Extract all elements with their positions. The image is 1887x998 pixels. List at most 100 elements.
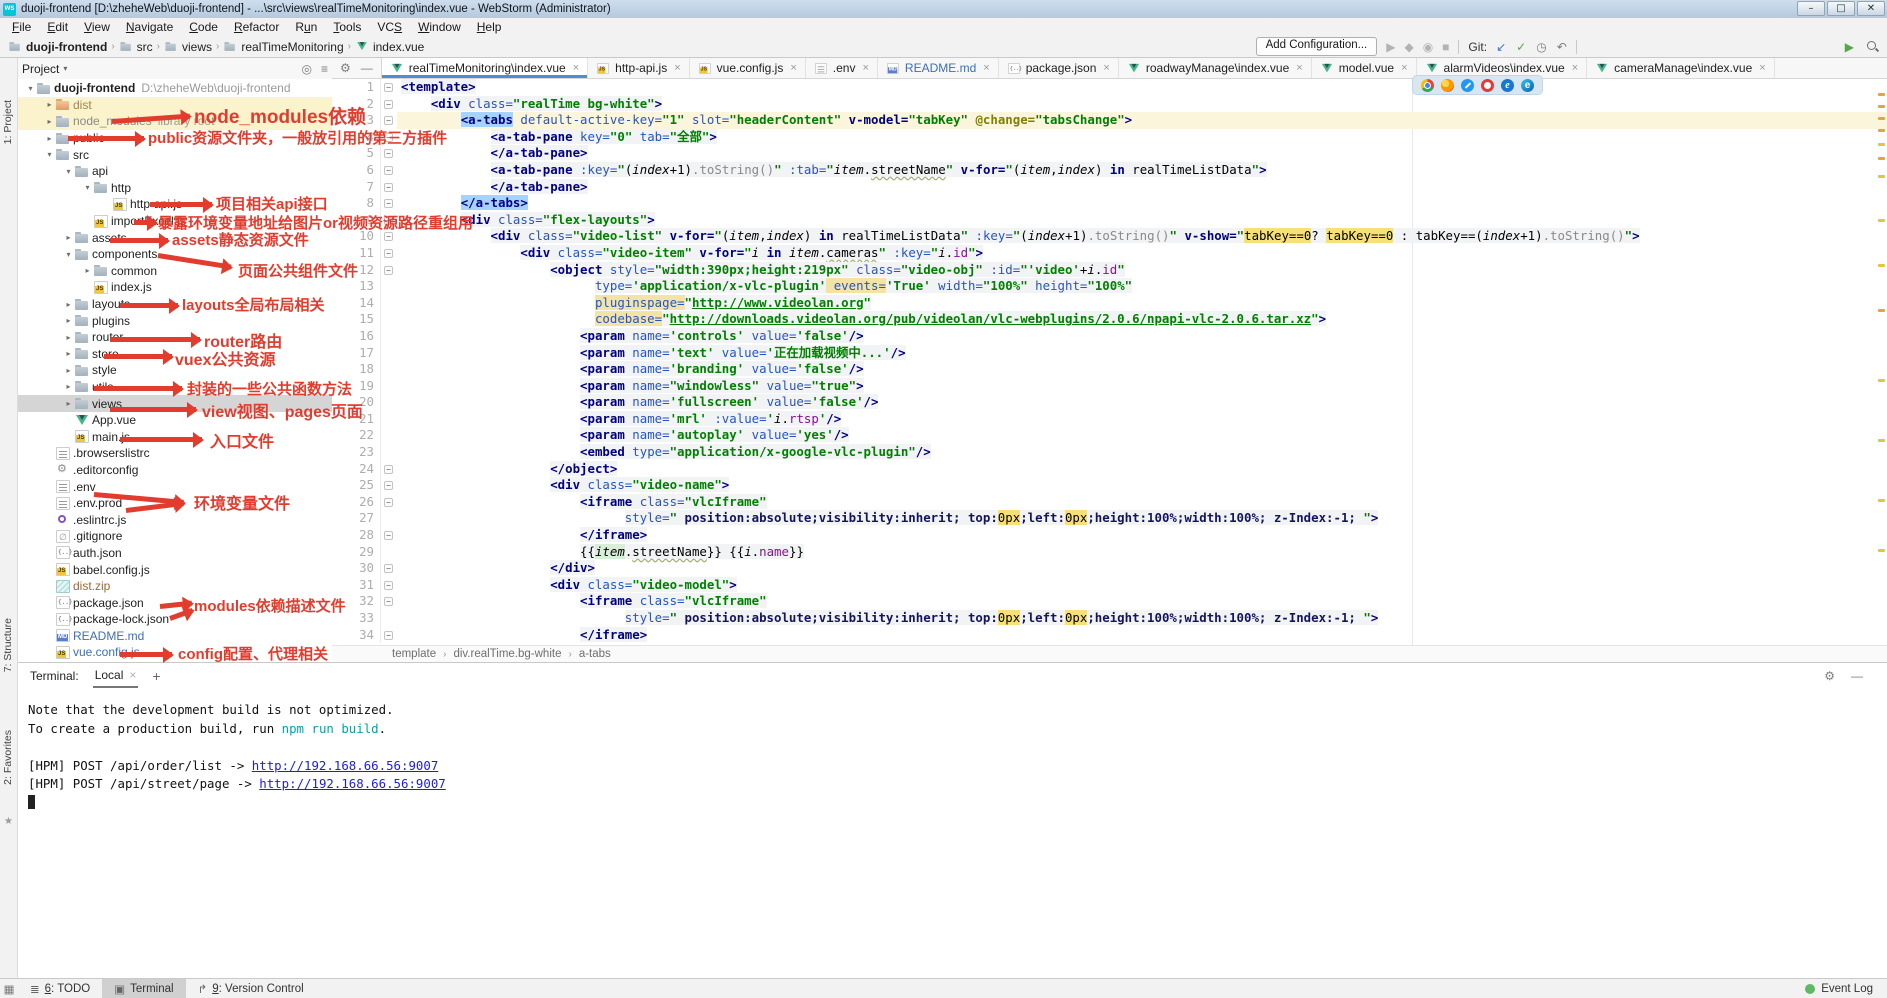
tree-item-.env[interactable]: .env	[18, 478, 332, 495]
close-icon[interactable]: ✕	[1857, 1, 1885, 16]
close-icon[interactable]: ×	[1103, 62, 1109, 74]
statusbar-terminal[interactable]: ▣Terminal	[102, 979, 185, 998]
tree-item-style[interactable]: ▸style	[18, 362, 332, 379]
menu-file[interactable]: File	[4, 18, 39, 36]
tree-item-babel.config.js[interactable]: babel.config.js	[18, 561, 332, 578]
chevron-icon[interactable]: ▸	[62, 333, 75, 342]
chevron-icon[interactable]: ▾	[62, 167, 75, 176]
tool-stripe-project[interactable]: 1: Project	[2, 100, 14, 144]
tool-stripe-favorites[interactable]: 2: Favorites	[2, 730, 14, 785]
fold-icon[interactable]: −	[384, 232, 393, 241]
opera-browser-icon[interactable]	[1481, 79, 1494, 92]
title-bar[interactable]: WS duoji-frontend [D:\zheheWeb\duoji-fro…	[0, 0, 1887, 18]
fold-icon[interactable]: −	[384, 100, 393, 109]
tree-item-.gitignore[interactable]: .gitignore	[18, 528, 332, 545]
close-icon[interactable]: ×	[790, 62, 796, 74]
editor-tab-model.vue[interactable]: model.vue×	[1312, 58, 1417, 78]
editor-tab-.env[interactable]: .env×	[806, 58, 878, 78]
fold-icon[interactable]: −	[384, 249, 393, 258]
menu-view[interactable]: View	[76, 18, 118, 36]
close-icon[interactable]: ×	[862, 62, 868, 74]
stripe-mark[interactable]	[1878, 143, 1885, 146]
stripe-mark[interactable]	[1878, 175, 1885, 178]
chevron-icon[interactable]: ▸	[43, 134, 56, 143]
menu-edit[interactable]: Edit	[39, 18, 76, 36]
tree-item-.eslintrc.js[interactable]: .eslintrc.js	[18, 511, 332, 528]
run-icon[interactable]: ▶	[1386, 40, 1395, 54]
fold-icon[interactable]: −	[384, 83, 393, 92]
close-icon[interactable]: ×	[1572, 62, 1578, 74]
chevron-icon[interactable]: ▸	[62, 382, 75, 391]
terminal-cursor[interactable]	[28, 795, 35, 809]
statusbar-6--todo[interactable]: ≣6: TODO	[18, 979, 102, 998]
tree-item-layouts[interactable]: ▸layouts	[18, 296, 332, 313]
terminal-link[interactable]: http://192.168.66.56:9007	[252, 758, 439, 773]
chevron-icon[interactable]: ▸	[62, 316, 75, 325]
minimize-icon[interactable]: —	[1851, 669, 1863, 683]
close-icon[interactable]: ×	[129, 668, 136, 682]
close-icon[interactable]: ×	[1401, 62, 1407, 74]
favorites-star-icon[interactable]: ★	[4, 816, 13, 827]
fold-icon[interactable]: −	[384, 216, 393, 225]
fold-icon[interactable]: −	[384, 116, 393, 125]
tree-item-router[interactable]: ▸router	[18, 329, 332, 346]
fold-icon[interactable]: −	[384, 631, 393, 640]
tree-item-auth.json[interactable]: auth.json	[18, 545, 332, 562]
chevron-icon[interactable]: ▸	[62, 349, 75, 358]
editor-tab-http-api.js[interactable]: http-api.js×	[588, 58, 689, 78]
tree-item-src[interactable]: ▾src	[18, 146, 332, 163]
minimize-icon[interactable]: —	[361, 61, 373, 75]
tree-item-public[interactable]: ▸public	[18, 130, 332, 147]
project-panel-header[interactable]: Project ▾ ◎≡	[18, 58, 332, 79]
menu-navigate[interactable]: Navigate	[118, 18, 181, 36]
fold-icon[interactable]: −	[384, 498, 393, 507]
stripe-mark[interactable]	[1878, 219, 1885, 222]
editor-tab-cameraManage-index.vue[interactable]: cameraManage\index.vue×	[1587, 58, 1775, 78]
breadcrumb-item-views[interactable]: views	[164, 40, 212, 54]
tree-item-dist.zip[interactable]: dist.zip	[18, 578, 332, 595]
stripe-mark[interactable]	[1878, 117, 1885, 120]
tree-item-.browserslistrc[interactable]: .browserslistrc	[18, 445, 332, 462]
stripe-mark[interactable]	[1878, 549, 1885, 552]
tree-item-plugins[interactable]: ▸plugins	[18, 312, 332, 329]
tree-item-api[interactable]: ▾api	[18, 163, 332, 180]
fold-icon[interactable]: −	[384, 133, 393, 142]
terminal-link[interactable]: http://192.168.66.56:9007	[259, 776, 446, 791]
chevron-icon[interactable]: ▸	[62, 399, 75, 408]
tree-item-.env.prod[interactable]: .env.prod	[18, 495, 332, 512]
tree-item-http[interactable]: ▾http	[18, 180, 332, 197]
tree-item-index.js[interactable]: index.js	[18, 279, 332, 296]
fold-icon[interactable]: −	[384, 465, 393, 474]
tree-item-.editorconfig[interactable]: .editorconfig	[18, 462, 332, 479]
editor-tab-README.md[interactable]: README.md×	[878, 58, 999, 78]
rollback-icon[interactable]: ↶	[1557, 40, 1567, 54]
chevron-icon[interactable]: ▾	[62, 250, 75, 259]
tree-item-views[interactable]: ▸views	[18, 395, 332, 412]
breadcrumb-item-index.vue[interactable]: index.vue	[355, 40, 424, 54]
chevron-icon[interactable]: ▾	[81, 183, 94, 192]
menu-tools[interactable]: Tools	[325, 18, 369, 36]
stripe-mark[interactable]	[1878, 157, 1885, 160]
safari-browser-icon[interactable]	[1461, 79, 1474, 92]
tree-item-dist[interactable]: ▸dist	[18, 97, 332, 114]
run-anything-icon[interactable]: ▶	[1845, 40, 1854, 54]
tree-item-vue.config.js[interactable]: vue.config.js	[18, 644, 332, 661]
stop-icon[interactable]: ■	[1442, 40, 1449, 54]
statusbar-9--version-control[interactable]: ↱9: Version Control	[186, 979, 316, 998]
edge-browser-icon[interactable]	[1521, 79, 1534, 92]
tool-stripe-structure[interactable]: 7: Structure	[2, 618, 14, 672]
tree-item-store[interactable]: ▸store	[18, 346, 332, 363]
fold-icon[interactable]: −	[384, 531, 393, 540]
coverage-icon[interactable]: ◉	[1423, 40, 1433, 54]
stripe-mark[interactable]	[1878, 129, 1885, 132]
stripe-mark[interactable]	[1878, 439, 1885, 442]
stripe-mark[interactable]	[1878, 264, 1885, 267]
tree-item-http-api.js[interactable]: http-api.js	[18, 196, 332, 213]
stripe-mark[interactable]	[1878, 93, 1885, 96]
close-icon[interactable]: ×	[573, 62, 579, 74]
chevron-icon[interactable]: ▸	[62, 366, 75, 375]
locate-icon[interactable]: ◎	[302, 62, 312, 76]
tree-item-utils[interactable]: ▸utils	[18, 379, 332, 396]
add-configuration-button[interactable]: Add Configuration...	[1256, 37, 1378, 56]
close-icon[interactable]: ×	[1296, 62, 1302, 74]
